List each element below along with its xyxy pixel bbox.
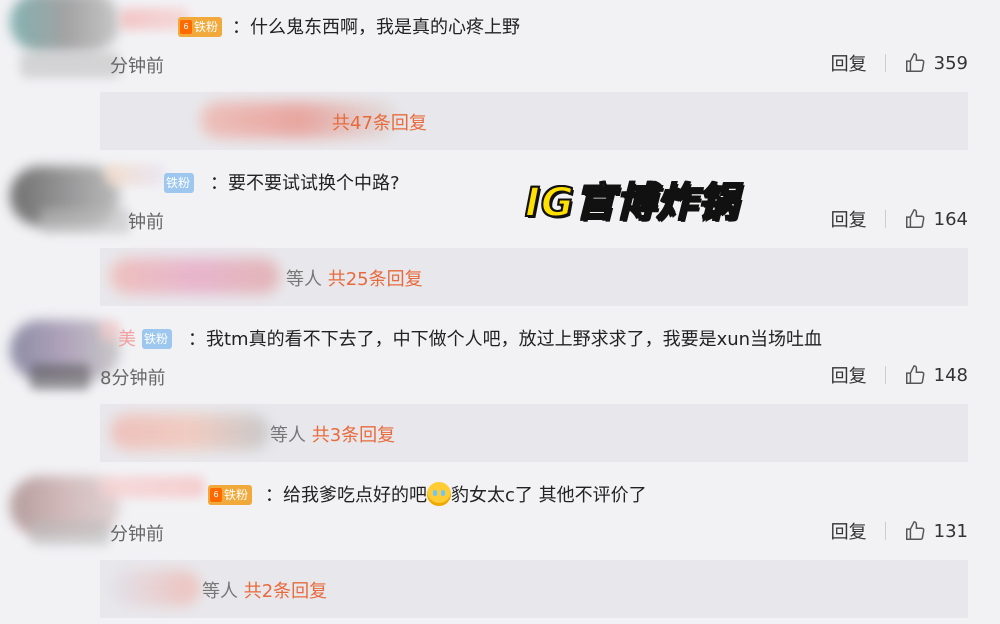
username-fragment[interactable]: 美 xyxy=(118,327,136,353)
comment-text: ：给我爹吃点好的吧 豹女太c了 其他不评价了 xyxy=(265,482,647,509)
thumbs-up-icon xyxy=(905,521,925,540)
fan-badge: 6 铁粉 xyxy=(178,17,223,37)
like-button[interactable]: 131 xyxy=(904,520,968,542)
like-count: 164 xyxy=(933,208,968,230)
like-button[interactable]: 359 xyxy=(904,52,968,74)
avatar[interactable] xyxy=(10,0,120,52)
divider xyxy=(884,54,886,72)
like-count: 359 xyxy=(933,52,968,74)
username-blurred[interactable] xyxy=(105,164,165,186)
view-replies-link[interactable]: 等人 共25条回复 xyxy=(286,265,423,291)
like-button[interactable]: 148 xyxy=(904,364,968,386)
crying-emoji-icon xyxy=(427,482,451,506)
comment-text: ：什么鬼东西啊，我是真的心疼上野 xyxy=(232,17,520,38)
reply-button[interactable]: 回复 xyxy=(831,50,867,76)
replies-bar: 等人 共25条回复 xyxy=(100,248,968,306)
comment-time: 分钟前 xyxy=(110,56,164,77)
replies-bar: 等人 共3条回复 xyxy=(100,404,968,462)
fan-level-icon: 6 xyxy=(210,488,222,502)
fan-badge: 6 铁粉 xyxy=(208,485,253,505)
comment-text: ：要不要试试换个中路? xyxy=(210,173,400,194)
view-replies-link[interactable]: 等人 共3条回复 xyxy=(270,421,395,447)
comment-item: 6 铁粉 ：给我爹吃点好的吧 豹女太c了 其他不评价了 分钟前 回复 131 等人… xyxy=(0,468,1000,624)
divider xyxy=(884,522,886,540)
replies-avatars-blurred xyxy=(110,570,200,606)
view-replies-link[interactable]: 等人 共2条回复 xyxy=(202,577,327,603)
reply-button[interactable]: 回复 xyxy=(831,206,867,232)
time-blur xyxy=(40,208,130,234)
reply-button[interactable]: 回复 xyxy=(831,362,867,388)
like-count: 131 xyxy=(933,520,968,542)
time-blur xyxy=(30,364,90,390)
comment-actions: 回复 164 xyxy=(831,206,968,232)
comment-time: 分钟前 xyxy=(110,524,164,545)
thumbs-up-icon xyxy=(905,53,925,72)
time-blur xyxy=(30,520,110,546)
comment-item: 铁粉 ：要不要试试换个中路? 钟前 回复 164 等人 共25条回复 xyxy=(0,156,1000,312)
reply-button[interactable]: 回复 xyxy=(831,518,867,544)
comment-time: 钟前 xyxy=(128,212,164,233)
replies-bar: 等人 共2条回复 xyxy=(100,560,968,618)
like-count: 148 xyxy=(933,364,968,386)
comment-text: ：我tm真的看不下去了，中下做个人吧，放过上野求求了，我要是xun当场吐血 xyxy=(188,329,823,350)
divider xyxy=(884,366,886,384)
time-blur xyxy=(20,52,120,78)
fan-badge: 铁粉 xyxy=(164,173,195,193)
comment-item: 6 铁粉 ：什么鬼东西啊，我是真的心疼上野 分钟前 回复 359 共47条回复 xyxy=(0,0,1000,156)
thumbs-up-icon xyxy=(905,209,925,228)
view-replies-link[interactable]: 共47条回复 xyxy=(332,109,427,135)
comment-actions: 回复 131 xyxy=(831,518,968,544)
like-button[interactable]: 164 xyxy=(904,208,968,230)
comment-actions: 回复 148 xyxy=(831,362,968,388)
overlay-headline: IG官博炸锅 xyxy=(524,179,739,227)
replies-bar: 共47条回复 xyxy=(100,92,968,150)
divider xyxy=(884,210,886,228)
replies-avatars-blurred xyxy=(110,414,270,450)
thumbs-up-icon xyxy=(905,365,925,384)
username-blurred[interactable] xyxy=(100,476,205,498)
comment-time: 8分钟前 xyxy=(100,368,166,389)
username-blurred[interactable] xyxy=(100,320,120,342)
fan-badge: 铁粉 xyxy=(142,329,173,349)
comment-item: 美 铁粉 ：我tm真的看不下去了，中下做个人吧，放过上野求求了，我要是xun当场… xyxy=(0,312,1000,468)
replies-avatars-blurred xyxy=(110,258,280,294)
fan-level-icon: 6 xyxy=(180,20,192,34)
comment-actions: 回复 359 xyxy=(831,50,968,76)
